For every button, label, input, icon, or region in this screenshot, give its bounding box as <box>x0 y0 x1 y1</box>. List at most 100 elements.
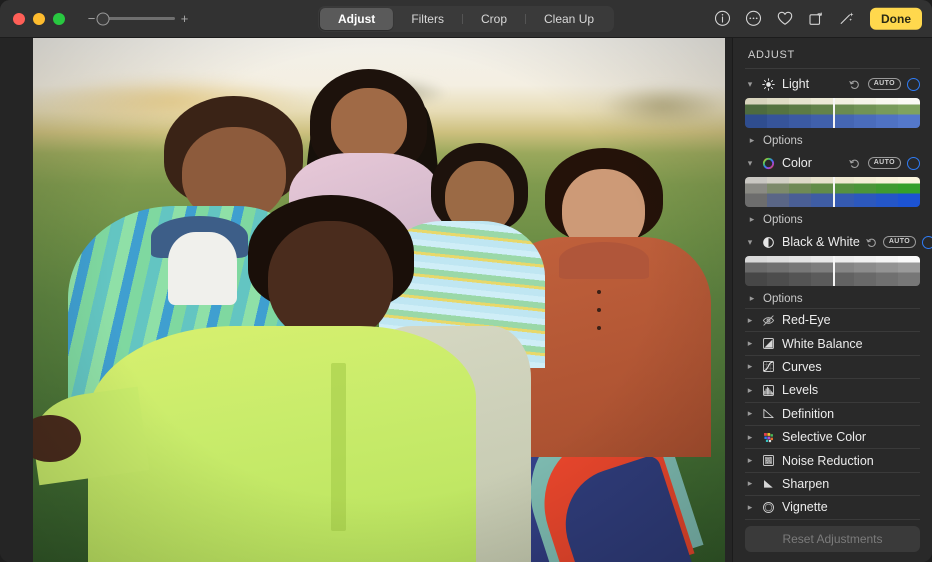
chevron-down-icon[interactable]: ▾ <box>745 79 755 90</box>
adjustment-group-black-and-white: ▾ Black & White <box>745 229 920 308</box>
tab-filters[interactable]: Filters <box>393 8 462 30</box>
photo-image[interactable] <box>33 38 725 562</box>
row-label-selective-color: Selective Color <box>782 430 920 444</box>
adjustment-row-sharpen[interactable]: ▸ Sharpen <box>745 472 920 495</box>
adjustment-row-levels[interactable]: ▸ Levels <box>745 378 920 401</box>
person-face <box>331 88 407 161</box>
options-row-light[interactable]: ▸ Options <box>745 131 920 150</box>
edit-mode-tabs: Adjust Filters Crop Clean Up <box>318 6 614 32</box>
levels-icon <box>761 383 776 398</box>
adjustments-list[interactable]: ▾ Light <box>733 71 932 526</box>
auto-button-color[interactable]: AUTO <box>868 157 901 169</box>
color-preview-strip[interactable] <box>745 177 920 207</box>
vignette-icon <box>761 500 776 515</box>
panel-divider <box>745 68 920 69</box>
adjustment-row-selective-color[interactable]: ▸ Selective Color <box>745 425 920 448</box>
options-label: Options <box>763 293 803 305</box>
options-label: Options <box>763 214 803 226</box>
chevron-right-icon[interactable]: ▸ <box>745 315 755 326</box>
chevron-right-icon[interactable]: ▸ <box>745 385 755 396</box>
shirt-button <box>597 290 601 294</box>
rotate-icon[interactable] <box>806 9 825 28</box>
group-header-black-and-white[interactable]: ▾ Black & White <box>745 229 920 255</box>
shirt-button <box>597 308 601 312</box>
background-tree <box>600 85 725 127</box>
more-options-icon[interactable] <box>744 9 763 28</box>
adjust-panel: ADJUST ▾ <box>732 38 932 562</box>
adjustment-row-curves[interactable]: ▸ Curves <box>745 355 920 378</box>
zoom-slider-knob[interactable] <box>97 12 110 25</box>
row-label-sharpen: Sharpen <box>782 477 920 491</box>
favorite-icon[interactable] <box>775 9 794 28</box>
row-label-curves: Curves <box>782 360 920 374</box>
chevron-right-icon[interactable]: ▸ <box>745 338 755 349</box>
adjustment-row-noise-reduction[interactable]: ▸ Noise Reduct <box>745 448 920 471</box>
light-preview-strip[interactable] <box>745 98 920 128</box>
auto-enhance-icon[interactable] <box>837 9 856 28</box>
definition-icon <box>761 406 776 421</box>
auto-button-black-and-white[interactable]: AUTO <box>883 236 916 248</box>
adjustment-group-color: ▾ <box>745 150 920 229</box>
reset-icon[interactable] <box>848 158 862 169</box>
adjustment-row-vignette[interactable]: ▸ Vignette <box>745 495 920 518</box>
reset-icon[interactable] <box>866 237 877 248</box>
chevron-right-icon[interactable]: ▸ <box>745 455 755 466</box>
chevron-right-icon[interactable]: ▸ <box>747 214 757 225</box>
photo-canvas[interactable] <box>0 38 732 562</box>
chevron-right-icon[interactable]: ▸ <box>745 361 755 372</box>
noise-reduction-icon <box>761 453 776 468</box>
toolbar-actions: Done <box>713 7 922 29</box>
adjustment-row-white-balance[interactable]: ▸ White Balance <box>745 331 920 354</box>
black-white-preview-strip[interactable] <box>745 256 920 286</box>
reset-icon[interactable] <box>848 79 862 90</box>
shirt-collar <box>559 242 649 279</box>
auto-button-light[interactable]: AUTO <box>868 78 901 90</box>
zoom-button[interactable] <box>53 13 65 25</box>
chevron-right-icon[interactable]: ▸ <box>745 478 755 489</box>
traffic-lights <box>0 13 65 25</box>
sun-icon <box>761 77 776 92</box>
zoom-in-icon[interactable]: + <box>180 12 189 25</box>
enable-toggle-color[interactable] <box>907 157 920 170</box>
row-label-levels: Levels <box>782 383 920 397</box>
info-icon[interactable] <box>713 9 732 28</box>
white-balance-icon <box>761 336 776 351</box>
done-button[interactable]: Done <box>870 7 922 29</box>
chevron-right-icon[interactable]: ▸ <box>747 135 757 146</box>
enable-toggle-light[interactable] <box>907 78 920 91</box>
strip-position-marker[interactable] <box>833 177 835 207</box>
close-button[interactable] <box>13 13 25 25</box>
chevron-down-icon[interactable]: ▾ <box>745 158 755 169</box>
options-row-black-and-white[interactable]: ▸ Options <box>745 289 920 308</box>
options-label: Options <box>763 135 803 147</box>
zoom-slider-control[interactable]: − + <box>87 12 189 25</box>
group-header-color[interactable]: ▾ <box>745 150 920 176</box>
photo-background <box>33 38 725 562</box>
tab-clean-up[interactable]: Clean Up <box>526 8 612 30</box>
chevron-right-icon[interactable]: ▸ <box>745 502 755 513</box>
row-label-definition: Definition <box>782 407 920 421</box>
list-end-divider <box>745 519 920 520</box>
group-header-light[interactable]: ▾ Light <box>745 71 920 97</box>
adjustment-row-red-eye[interactable]: ▸ Red-Eye <box>745 308 920 331</box>
adjustment-row-definition[interactable]: ▸ Definition <box>745 402 920 425</box>
tab-adjust[interactable]: Adjust <box>320 8 393 30</box>
chevron-right-icon[interactable]: ▸ <box>745 408 755 419</box>
chevron-down-icon[interactable]: ▾ <box>745 237 755 248</box>
options-row-color[interactable]: ▸ Options <box>745 210 920 229</box>
group-label-color: Color <box>782 156 842 170</box>
tab-crop[interactable]: Crop <box>463 8 525 30</box>
curves-icon <box>761 359 776 374</box>
strip-position-marker[interactable] <box>833 98 835 128</box>
reset-adjustments-button[interactable]: Reset Adjustments <box>745 526 920 552</box>
zoom-slider-track[interactable] <box>101 17 175 20</box>
chevron-right-icon[interactable]: ▸ <box>747 293 757 304</box>
zoom-out-icon[interactable]: − <box>87 12 96 25</box>
enable-toggle-black-and-white[interactable] <box>922 236 932 249</box>
minimize-button[interactable] <box>33 13 45 25</box>
panel-title: ADJUST <box>733 38 932 68</box>
chevron-right-icon[interactable]: ▸ <box>745 432 755 443</box>
strip-position-marker[interactable] <box>833 256 835 286</box>
eye-slash-icon <box>761 313 776 328</box>
selective-color-icon <box>761 430 776 445</box>
